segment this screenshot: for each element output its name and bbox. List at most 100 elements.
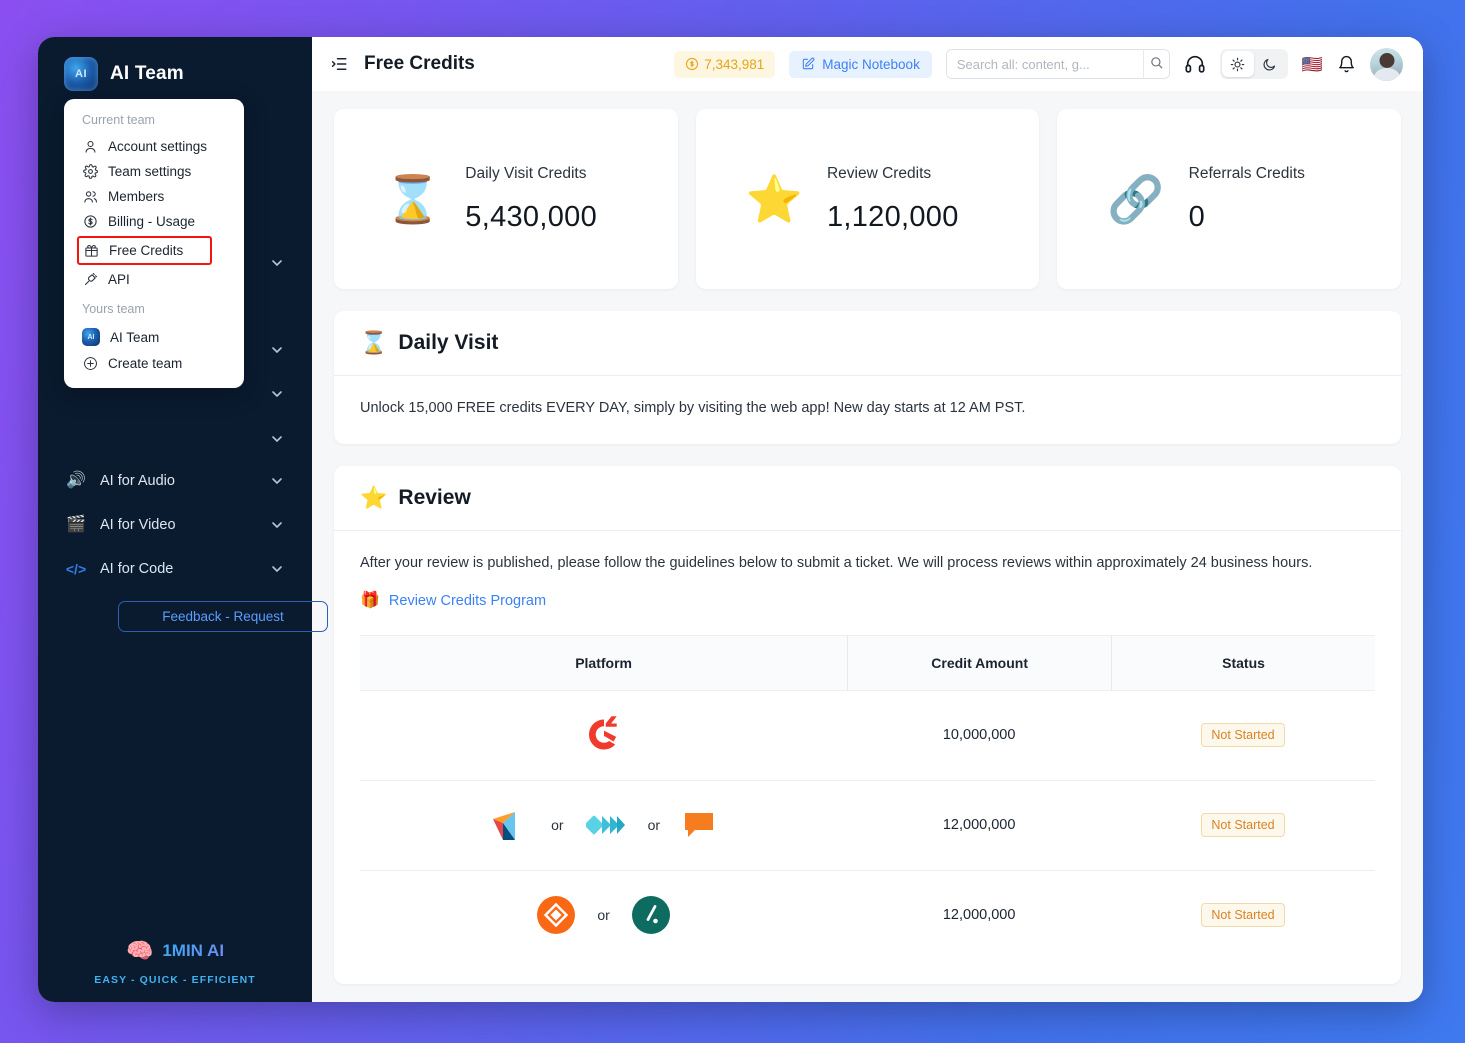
chevron-down-icon[interactable] [269,342,285,358]
coin-icon [685,57,699,71]
sidebar-brand-name: AI Team [110,63,184,84]
trustpilot-logo-icon[interactable] [631,896,670,934]
credit-amount-cell: 10,000,000 [942,727,1016,743]
table-row: or 12,000,000 Not Started [360,869,1375,960]
dropdown-yours-team-header: Yours team [82,302,145,316]
daily-visit-header: ⌛ Daily Visit [334,311,1401,376]
or-label: or [551,817,564,833]
dropdown-item-label: AI Team [110,329,160,345]
page-content: ⌛ Daily Visit Credits 5,430,000 ⭐ Review… [312,91,1423,1002]
or-label: or [597,907,610,923]
app-window: AI AI Team 🔊 AI for Audio 🎬 AI for Video… [38,37,1423,1002]
sidebar-nav: 🔊 AI for Audio 🎬 AI for Video </> AI for… [38,459,312,591]
brain-icon: 🧠 [125,938,154,963]
footer-tagline: EASY - QUICK - EFFICIENT [94,974,256,986]
stat-card-review-credits: ⭐ Review Credits 1,120,000 [695,109,1040,289]
us-flag-icon[interactable]: 🇺🇸 [1302,56,1323,73]
plug-icon [82,272,98,287]
sidebar-brand[interactable]: AI AI Team [38,37,312,91]
dropdown-item-free-credits[interactable]: Free Credits [77,236,212,265]
topbar: Free Credits 7,343,981 Magic Notebook Se… [312,37,1423,91]
star-icon: ⭐ [745,173,803,225]
bell-icon[interactable] [1337,55,1356,74]
stat-card-label: Review Credits [826,164,932,182]
team-dropdown-menu: Current team Account settings Team setti… [64,99,244,388]
dropdown-item-label: Free Credits [109,243,184,258]
users-icon [82,189,98,204]
credits-balance-pill[interactable]: 7,343,981 [674,50,776,78]
dropdown-item-label: API [108,272,130,287]
sidebar-item-ai-for-audio[interactable]: 🔊 AI for Audio [38,459,312,503]
review-platforms-table: Platform Credit Amount Status 10,000,000… [360,634,1375,960]
trustradius-logo-icon[interactable] [537,896,576,934]
headphones-icon[interactable] [1184,53,1206,75]
dropdown-item-label: Account settings [108,139,208,154]
chevron-down-icon[interactable] [269,561,285,577]
sidebar-item-label: AI for Video [100,517,176,533]
stat-card-label: Daily Visit Credits [465,164,587,182]
chevron-down-icon[interactable] [269,255,285,271]
dropdown-item-billing-usage[interactable]: Billing - Usage [64,209,244,234]
chevron-down-icon[interactable] [269,473,285,489]
dropdown-item-create-team[interactable]: Create team [64,351,244,376]
dropdown-item-label: Team settings [108,164,192,179]
hourglass-icon: ⌛ [384,173,442,225]
column-header-credit-amount: Credit Amount [847,635,1111,690]
search-icon [1149,55,1164,73]
dropdown-item-team-settings[interactable]: Team settings [64,159,244,184]
search-button[interactable] [1142,50,1169,78]
dropdown-item-api[interactable]: API [64,267,244,292]
feedback-request-button[interactable]: Feedback - Request [118,601,328,632]
code-icon: </> [65,561,87,577]
table-header-row: Platform Credit Amount Status [360,635,1375,690]
list-collapse-icon[interactable] [330,55,348,73]
review-credits-program-link[interactable]: Review Credits Program [389,593,546,609]
magic-notebook-button[interactable]: Magic Notebook [789,50,932,78]
gift-icon: 🎁 [360,591,380,609]
daily-visit-body: Unlock 15,000 FREE credits EVERY DAY, si… [334,376,1401,444]
review-header: ⭐ Review [334,466,1401,531]
chain-link-icon: 🔗 [1107,173,1165,225]
status-cell: Not Started [1111,871,1375,960]
capterra-logo-icon[interactable] [491,807,529,843]
dropdown-item-label: Members [108,189,165,204]
user-avatar[interactable] [1370,47,1403,81]
sidebar-item-ai-for-code[interactable]: </> AI for Code [38,547,312,591]
gift-icon [83,243,99,258]
credits-balance-value: 7,343,981 [704,56,765,72]
getapp-logo-icon[interactable] [585,810,626,840]
g2-logo-icon[interactable] [583,713,625,757]
status-cell: Not Started [1111,691,1375,780]
speaker-icon: 🔊 [66,472,86,489]
daily-visit-description: Unlock 15,000 FREE credits EVERY DAY, si… [360,400,1026,416]
clapperboard-icon: 🎬 [66,516,86,533]
star-icon: ⭐ [360,484,388,510]
dropdown-item-ai-team[interactable]: AI AI Team [64,323,244,351]
chevron-down-icon[interactable] [269,386,285,402]
footer-brand-name: 1MIN AI [162,941,225,960]
search-box[interactable] [945,49,1170,79]
dropdown-item-account-settings[interactable]: Account settings [64,134,244,159]
software-advice-logo-icon[interactable] [682,810,716,840]
dropdown-item-members[interactable]: Members [64,184,244,209]
sidebar-item-ai-for-video[interactable]: 🎬 AI for Video [38,503,312,547]
daily-visit-title: Daily Visit [398,331,499,354]
plus-circle-icon [82,356,98,371]
hourglass-icon: ⌛ [360,330,388,355]
status-badge: Not Started [1201,723,1285,747]
search-input[interactable] [946,50,1143,78]
status-badge: Not Started [1201,903,1285,927]
chevron-down-icon[interactable] [269,517,285,533]
platform-cell [360,713,847,757]
moon-icon[interactable] [1254,51,1286,77]
dropdown-current-team-header: Current team [82,113,155,127]
sun-icon[interactable] [1221,51,1254,77]
main-area: Free Credits 7,343,981 Magic Notebook Se… [312,37,1423,1002]
column-header-platform: Platform [575,654,632,671]
dropdown-item-label: Billing - Usage [108,214,196,229]
review-body: After your review is published, please f… [334,531,1401,984]
chevron-down-icon[interactable] [269,431,285,447]
theme-toggle[interactable] [1219,49,1288,79]
or-label: or [647,817,661,833]
stat-card-value: 5,430,000 [465,200,597,233]
